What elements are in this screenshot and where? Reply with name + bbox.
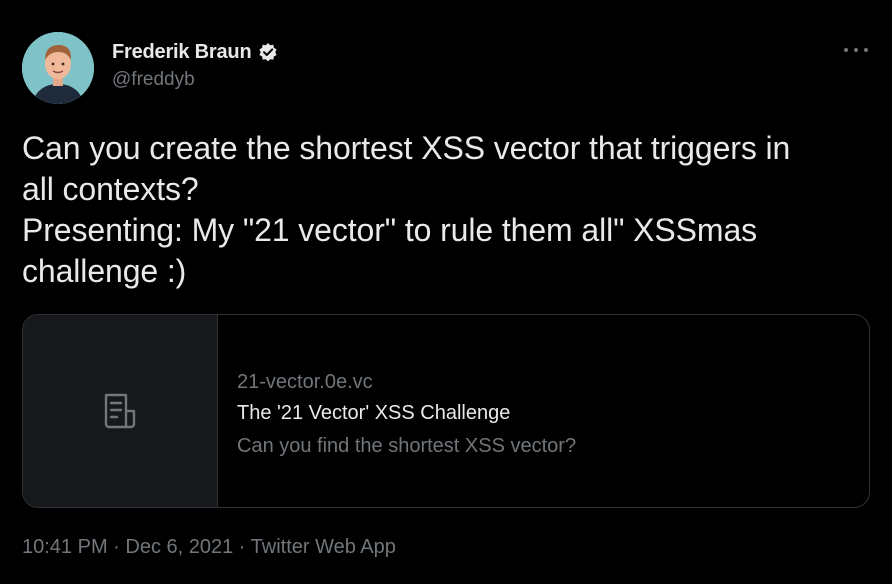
card-thumbnail: [23, 315, 218, 507]
user-avatar-icon: [22, 32, 94, 104]
tweet-line: challenge :): [22, 253, 187, 289]
more-dot: [864, 48, 868, 52]
more-options-icon[interactable]: [844, 40, 868, 60]
card-description: Can you find the shortest XSS vector?: [237, 435, 577, 457]
tweet-line: all contexts?: [22, 171, 199, 207]
tweet-line: Presenting: My "21 vector" to rule them …: [22, 212, 758, 248]
card-domain: 21-vector.0e.vc: [237, 371, 373, 393]
card-body: 21-vector.0e.vc The '21 Vector' XSS Chal…: [218, 315, 869, 507]
tweet-text: Can you create the shortest XSS vector t…: [22, 128, 872, 292]
avatar[interactable]: [22, 32, 94, 104]
more-dot: [844, 48, 848, 52]
tweet-meta[interactable]: 10:41 PM · Dec 6, 2021 · Twitter Web App: [22, 536, 396, 559]
tweet: Frederik Braun @freddyb Can you create t…: [0, 0, 892, 584]
handle[interactable]: @freddyb: [112, 69, 278, 91]
name-row: Frederik Braun: [112, 38, 278, 66]
tweet-line: Can you create the shortest XSS vector t…: [22, 130, 791, 166]
more-dot: [854, 48, 858, 52]
link-card[interactable]: 21-vector.0e.vc The '21 Vector' XSS Chal…: [22, 314, 870, 508]
card-title: The '21 Vector' XSS Challenge: [237, 402, 511, 424]
document-icon: [104, 393, 136, 429]
author-block: Frederik Braun @freddyb: [112, 38, 278, 91]
display-name[interactable]: Frederik Braun: [112, 41, 252, 64]
verified-badge-icon: [258, 42, 278, 62]
